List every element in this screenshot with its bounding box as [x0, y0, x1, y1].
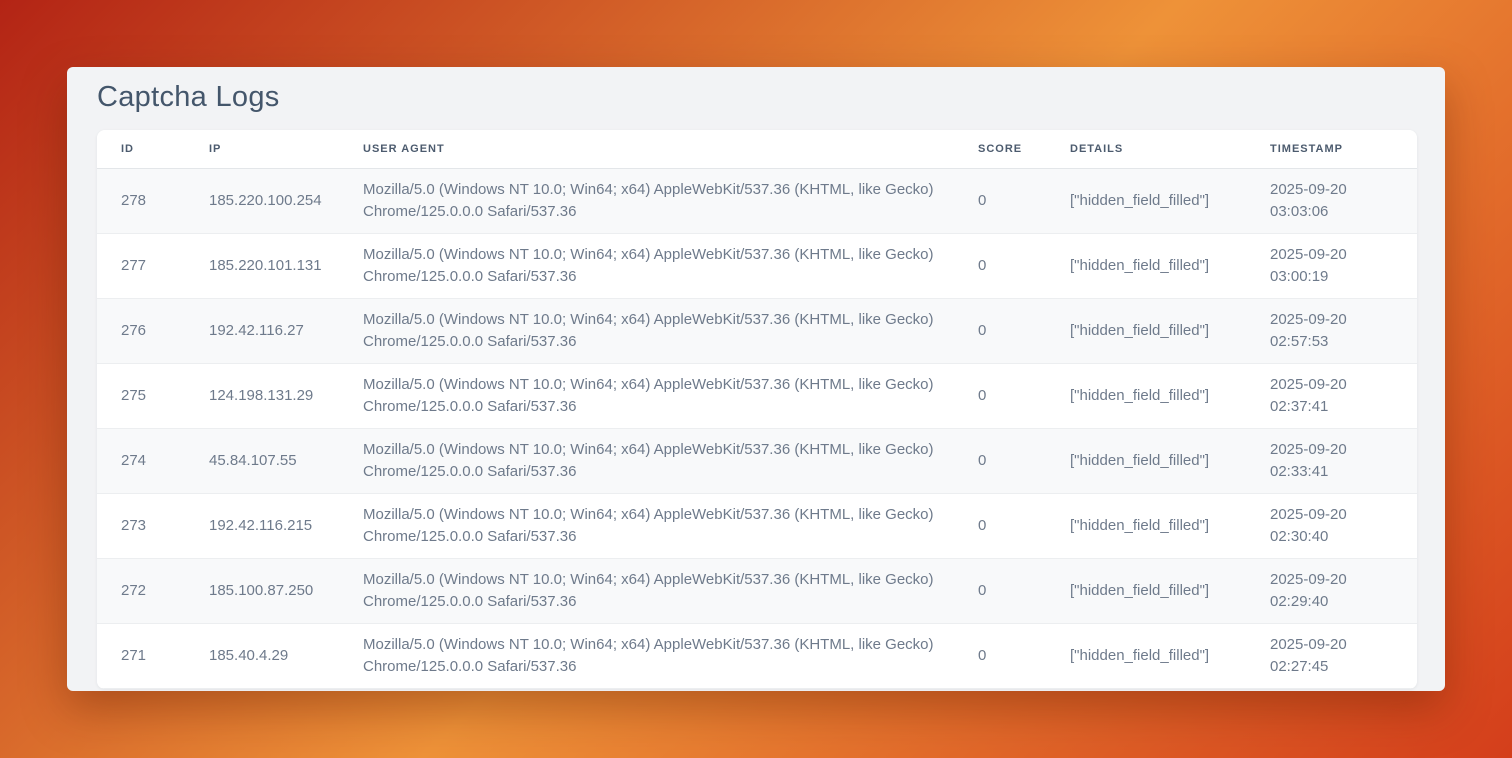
cell-ip: 185.220.101.131: [193, 234, 347, 299]
cell-score: 0: [962, 299, 1054, 364]
logs-table: ID IP USER AGENT SCORE DETAILS TIMESTAMP…: [97, 130, 1417, 689]
column-header-details: DETAILS: [1054, 130, 1254, 169]
table-row: 27445.84.107.55Mozilla/5.0 (Windows NT 1…: [97, 429, 1417, 494]
page-title: Captcha Logs: [97, 81, 280, 114]
cell-timestamp: 2025-09-20 02:37:41: [1254, 364, 1417, 429]
cell-score: 0: [962, 364, 1054, 429]
cell-ip: 124.198.131.29: [193, 364, 347, 429]
cell-score: 0: [962, 429, 1054, 494]
cell-id: 278: [97, 169, 193, 234]
table-row: 276192.42.116.27Mozilla/5.0 (Windows NT …: [97, 299, 1417, 364]
cell-user-agent: Mozilla/5.0 (Windows NT 10.0; Win64; x64…: [347, 364, 962, 429]
cell-ip: 192.42.116.215: [193, 494, 347, 559]
table-row: 273192.42.116.215Mozilla/5.0 (Windows NT…: [97, 494, 1417, 559]
cell-score: 0: [962, 559, 1054, 624]
cell-details: ["hidden_field_filled"]: [1054, 169, 1254, 234]
cell-ip: 185.220.100.254: [193, 169, 347, 234]
cell-user-agent: Mozilla/5.0 (Windows NT 10.0; Win64; x64…: [347, 299, 962, 364]
cell-details: ["hidden_field_filled"]: [1054, 234, 1254, 299]
column-header-user-agent: USER AGENT: [347, 130, 962, 169]
cell-user-agent: Mozilla/5.0 (Windows NT 10.0; Win64; x64…: [347, 559, 962, 624]
cell-timestamp: 2025-09-20 03:03:06: [1254, 169, 1417, 234]
cell-ip: 185.40.4.29: [193, 624, 347, 689]
cell-score: 0: [962, 624, 1054, 689]
table-row: 278185.220.100.254Mozilla/5.0 (Windows N…: [97, 169, 1417, 234]
table-body: 278185.220.100.254Mozilla/5.0 (Windows N…: [97, 169, 1417, 689]
cell-details: ["hidden_field_filled"]: [1054, 429, 1254, 494]
cell-ip: 192.42.116.27: [193, 299, 347, 364]
table-header-row: ID IP USER AGENT SCORE DETAILS TIMESTAMP: [97, 130, 1417, 169]
cell-details: ["hidden_field_filled"]: [1054, 299, 1254, 364]
cell-score: 0: [962, 234, 1054, 299]
cell-details: ["hidden_field_filled"]: [1054, 364, 1254, 429]
table-row: 277185.220.101.131Mozilla/5.0 (Windows N…: [97, 234, 1417, 299]
cell-ip: 45.84.107.55: [193, 429, 347, 494]
cell-details: ["hidden_field_filled"]: [1054, 494, 1254, 559]
column-header-id: ID: [97, 130, 193, 169]
cell-id: 271: [97, 624, 193, 689]
cell-id: 275: [97, 364, 193, 429]
column-header-score: SCORE: [962, 130, 1054, 169]
cell-id: 273: [97, 494, 193, 559]
table-row: 271185.40.4.29Mozilla/5.0 (Windows NT 10…: [97, 624, 1417, 689]
table-row: 272185.100.87.250Mozilla/5.0 (Windows NT…: [97, 559, 1417, 624]
cell-timestamp: 2025-09-20 02:57:53: [1254, 299, 1417, 364]
cell-score: 0: [962, 169, 1054, 234]
column-header-ip: IP: [193, 130, 347, 169]
cell-user-agent: Mozilla/5.0 (Windows NT 10.0; Win64; x64…: [347, 429, 962, 494]
cell-user-agent: Mozilla/5.0 (Windows NT 10.0; Win64; x64…: [347, 169, 962, 234]
cell-id: 274: [97, 429, 193, 494]
cell-timestamp: 2025-09-20 03:00:19: [1254, 234, 1417, 299]
cell-user-agent: Mozilla/5.0 (Windows NT 10.0; Win64; x64…: [347, 624, 962, 689]
cell-user-agent: Mozilla/5.0 (Windows NT 10.0; Win64; x64…: [347, 494, 962, 559]
cell-details: ["hidden_field_filled"]: [1054, 624, 1254, 689]
column-header-timestamp: TIMESTAMP: [1254, 130, 1417, 169]
cell-id: 277: [97, 234, 193, 299]
cell-details: ["hidden_field_filled"]: [1054, 559, 1254, 624]
cell-timestamp: 2025-09-20 02:30:40: [1254, 494, 1417, 559]
captcha-logs-card: Captcha Logs ID IP USER AGENT SCORE DETA…: [67, 67, 1445, 691]
cell-id: 272: [97, 559, 193, 624]
cell-ip: 185.100.87.250: [193, 559, 347, 624]
cell-score: 0: [962, 494, 1054, 559]
cell-timestamp: 2025-09-20 02:27:45: [1254, 624, 1417, 689]
cell-id: 276: [97, 299, 193, 364]
cell-user-agent: Mozilla/5.0 (Windows NT 10.0; Win64; x64…: [347, 234, 962, 299]
logs-table-container: ID IP USER AGENT SCORE DETAILS TIMESTAMP…: [97, 130, 1417, 689]
cell-timestamp: 2025-09-20 02:29:40: [1254, 559, 1417, 624]
cell-timestamp: 2025-09-20 02:33:41: [1254, 429, 1417, 494]
table-row: 275124.198.131.29Mozilla/5.0 (Windows NT…: [97, 364, 1417, 429]
